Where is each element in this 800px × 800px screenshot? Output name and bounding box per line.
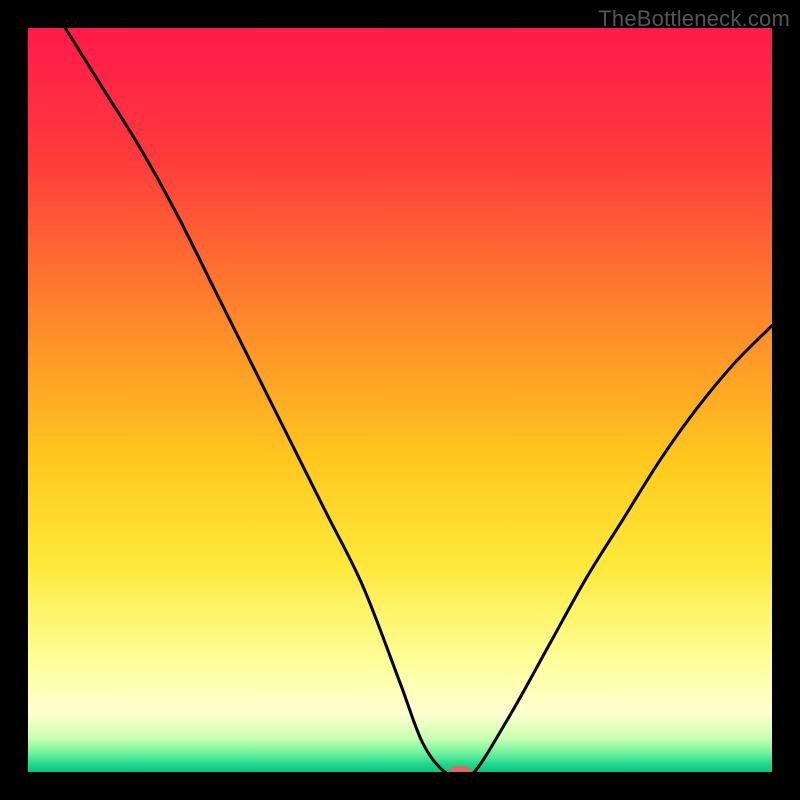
chart-container: TheBottleneck.com [0,0,800,800]
plot-area [28,28,772,772]
bottleneck-curve [28,28,772,772]
optimal-marker [449,766,471,772]
